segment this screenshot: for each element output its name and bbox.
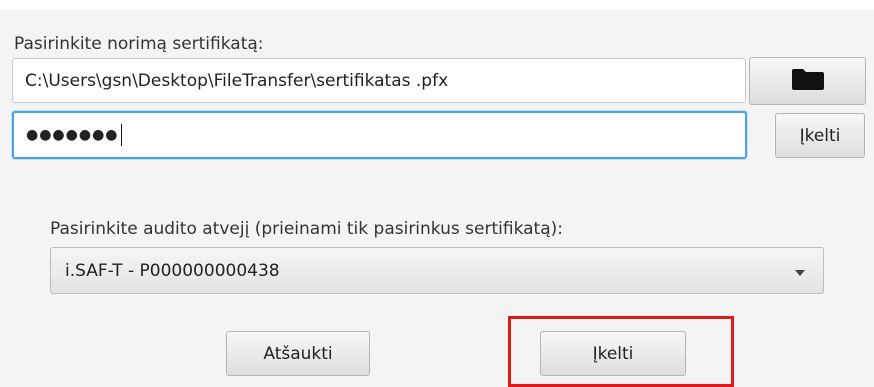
browse-button[interactable] [749,57,866,105]
certificate-label: Pasirinkite norimą sertifikatą: [14,34,264,54]
certificate-path-value: C:\Users\gsn\Desktop\FileTransfer\sertif… [25,70,449,91]
folder-icon [791,67,825,96]
top-strip [0,0,874,10]
chevron-down-icon [795,270,805,276]
text-caret [120,124,122,146]
load-certificate-button[interactable]: Įkelti [775,113,865,158]
upload-button[interactable]: Įkelti [540,331,686,376]
password-value: ●●●●●●● [26,127,119,143]
cancel-button[interactable]: Atšaukti [226,331,370,376]
audit-case-select[interactable]: i.SAF-T - P000000000438 [50,247,824,294]
password-input[interactable]: ●●●●●●● [12,111,747,159]
certificate-path-input[interactable]: C:\Users\gsn\Desktop\FileTransfer\sertif… [12,58,746,103]
audit-case-selected-value: i.SAF-T - P000000000438 [65,260,280,281]
audit-case-label: Pasirinkite audito atvejį (prieinami tik… [50,219,563,239]
